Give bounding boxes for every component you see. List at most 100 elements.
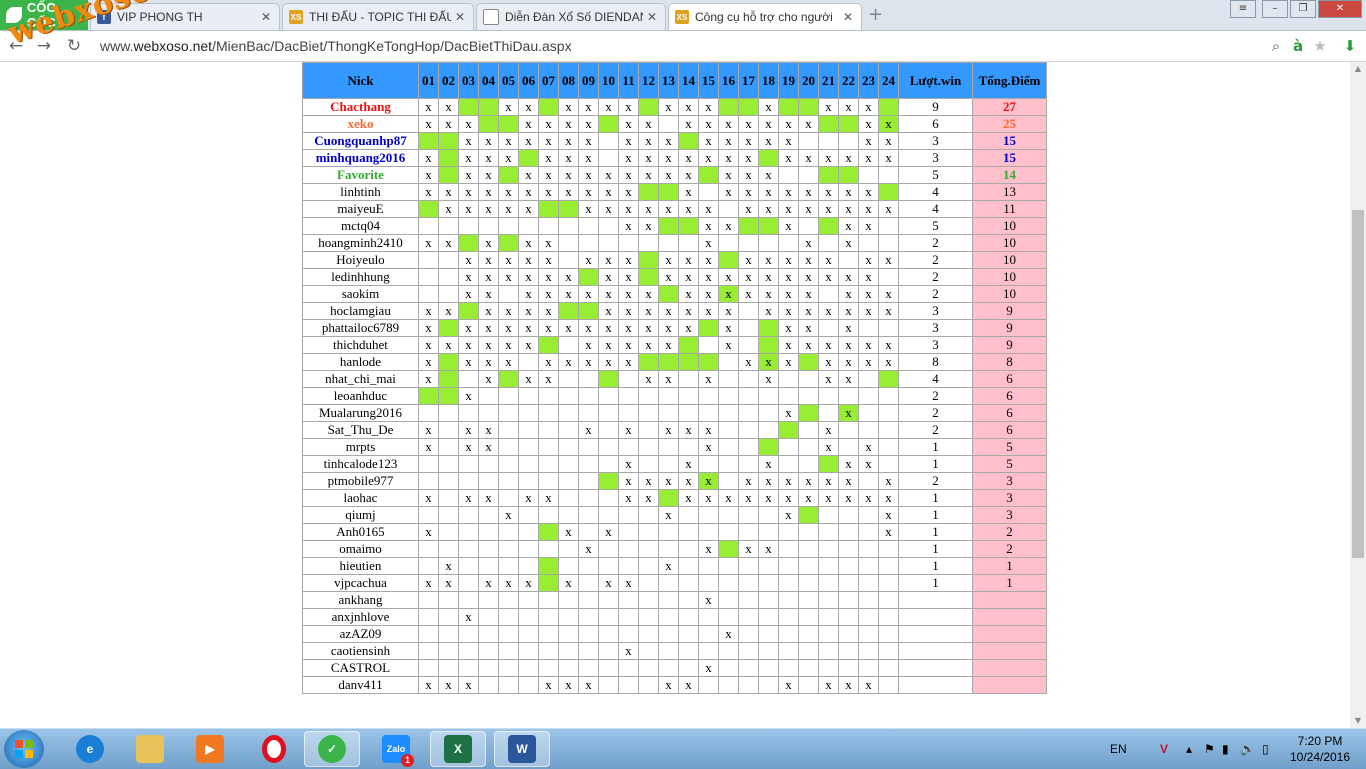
nick-cell[interactable]: Anh0165	[302, 523, 419, 541]
result-cell	[578, 234, 599, 252]
nick-cell[interactable]: Cuongquanhp87	[302, 132, 419, 150]
close-window-button[interactable]: ✕	[1318, 0, 1362, 18]
url-field[interactable]: www.webxoso.net/MienBac/DacBiet/ThongKeT…	[100, 36, 572, 56]
system-clock[interactable]: 7:20 PM 10/24/2016	[1284, 733, 1356, 765]
tab-dien-dan[interactable]: Diễn Đàn Xổ Số DIENDAN ✕	[476, 3, 666, 30]
nick-cell[interactable]: anxjnhlove	[302, 608, 419, 626]
nick-cell[interactable]: ptmobile977	[302, 472, 419, 490]
result-cell: x	[618, 166, 639, 184]
nick-cell[interactable]: linhtinh	[302, 183, 419, 201]
nick-cell[interactable]: mrpts	[302, 438, 419, 456]
result-cell	[618, 438, 639, 456]
result-cell	[738, 591, 759, 609]
result-cell	[818, 574, 839, 592]
nick-cell[interactable]: mctq04	[302, 217, 419, 235]
opera-icon[interactable]	[246, 731, 302, 767]
nick-cell[interactable]: azAZ09	[302, 625, 419, 643]
nick-cell[interactable]: maiyeuE	[302, 200, 419, 218]
nick-cell[interactable]: nhat_chi_mai	[302, 370, 419, 388]
tab-thi-dau[interactable]: XS THI ĐẤU - TOPIC THI ĐẤU ✕	[282, 3, 474, 30]
internet-explorer-icon[interactable]: e	[62, 731, 118, 767]
result-cell	[838, 387, 859, 405]
antivirus-tray-icon[interactable]: V	[1160, 729, 1168, 769]
close-icon[interactable]: ✕	[455, 10, 467, 24]
result-cell: x	[778, 676, 799, 694]
win-count-cell	[898, 608, 973, 626]
scroll-down-icon[interactable]: ▼	[1350, 714, 1366, 728]
result-cell	[558, 625, 579, 643]
result-cell: x	[538, 370, 559, 388]
word-icon[interactable]: W	[494, 731, 550, 767]
start-button[interactable]	[4, 730, 44, 768]
result-cell	[878, 540, 899, 558]
minimize-button[interactable]: –	[1262, 0, 1288, 18]
result-cell	[438, 540, 459, 558]
vietnamese-input-icon[interactable]: à	[1288, 36, 1308, 56]
nick-cell[interactable]: Favorite	[302, 166, 419, 184]
nick-cell[interactable]: qiumj	[302, 506, 419, 524]
vertical-scrollbar[interactable]: ▲ ▼	[1350, 62, 1366, 728]
result-cell	[878, 574, 899, 592]
close-icon[interactable]: ✕	[261, 10, 273, 24]
download-icon[interactable]: ⬇	[1340, 36, 1360, 56]
nick-cell[interactable]: leoanhduc	[302, 387, 419, 405]
result-cell	[758, 659, 779, 677]
result-cell	[578, 489, 599, 507]
nick-cell[interactable]: xeko	[302, 115, 419, 133]
new-tab-button[interactable]: +	[868, 6, 886, 24]
volume-icon[interactable]: 🔈	[1240, 729, 1255, 769]
bookmark-star-icon[interactable]: ★	[1310, 36, 1330, 56]
excel-icon[interactable]: X	[430, 731, 486, 767]
result-cell	[558, 336, 579, 354]
result-cell	[778, 455, 799, 473]
nick-cell[interactable]: hoclamgiau	[302, 302, 419, 320]
network-icon[interactable]: ▮	[1222, 729, 1229, 769]
nick-cell[interactable]: saokim	[302, 285, 419, 303]
close-icon[interactable]: ✕	[843, 10, 855, 24]
result-cell	[758, 438, 779, 456]
nick-cell[interactable]: phattailoc6789	[302, 319, 419, 337]
nick-cell[interactable]: danv411	[302, 676, 419, 694]
nick-cell[interactable]: hieutien	[302, 557, 419, 575]
column-header-14: 14	[678, 62, 699, 99]
result-cell: x	[858, 132, 879, 150]
nick-cell[interactable]: hanlode	[302, 353, 419, 371]
tab-cong-cu[interactable]: XS Công cụ hỗ trợ cho người ✕	[668, 3, 862, 30]
result-cell	[538, 557, 559, 575]
coccoc-icon[interactable]: ✓	[304, 731, 360, 767]
nick-cell[interactable]: thichduhet	[302, 336, 419, 354]
result-cell	[798, 98, 819, 116]
language-indicator[interactable]: EN	[1110, 729, 1127, 769]
result-cell	[658, 234, 679, 252]
nick-cell[interactable]: Chacthang	[302, 98, 419, 116]
scroll-up-icon[interactable]: ▲	[1350, 62, 1366, 76]
file-explorer-icon[interactable]	[122, 731, 178, 767]
result-cell	[638, 421, 659, 439]
battery-icon[interactable]: ▯	[1262, 729, 1269, 769]
menu-button[interactable]: ≡	[1230, 0, 1256, 18]
maximize-button[interactable]: ❐	[1290, 0, 1316, 18]
scroll-thumb[interactable]	[1352, 210, 1364, 558]
nick-cell[interactable]: Sat_Thu_De	[302, 421, 419, 439]
nick-cell[interactable]: vjpcachua	[302, 574, 419, 592]
nick-cell[interactable]: Hoiyeulo	[302, 251, 419, 269]
nick-cell[interactable]: tinhcalode123	[302, 455, 419, 473]
nick-cell[interactable]: Mualarung2016	[302, 404, 419, 422]
zalo-icon[interactable]: Zalo 1	[368, 731, 424, 767]
flag-icon[interactable]: ⚑	[1204, 729, 1215, 769]
nick-cell[interactable]: caotiensinh	[302, 642, 419, 660]
reload-button[interactable]: ↻	[64, 36, 84, 56]
nick-cell[interactable]: ankhang	[302, 591, 419, 609]
result-cell: x	[518, 98, 539, 116]
nick-cell[interactable]: CASTROL	[302, 659, 419, 677]
nick-cell[interactable]: hoangminh2410	[302, 234, 419, 252]
zoom-icon[interactable]: ⌕	[1266, 36, 1286, 56]
close-icon[interactable]: ✕	[647, 10, 659, 24]
nick-cell[interactable]: laohac	[302, 489, 419, 507]
nick-cell[interactable]: omaimo	[302, 540, 419, 558]
nick-cell[interactable]: ledinhhung	[302, 268, 419, 286]
show-hidden-icons-icon[interactable]: ▴	[1186, 729, 1192, 769]
media-player-icon[interactable]: ▶	[182, 731, 238, 767]
nick-cell[interactable]: minhquang2016	[302, 149, 419, 167]
result-cell	[818, 625, 839, 643]
